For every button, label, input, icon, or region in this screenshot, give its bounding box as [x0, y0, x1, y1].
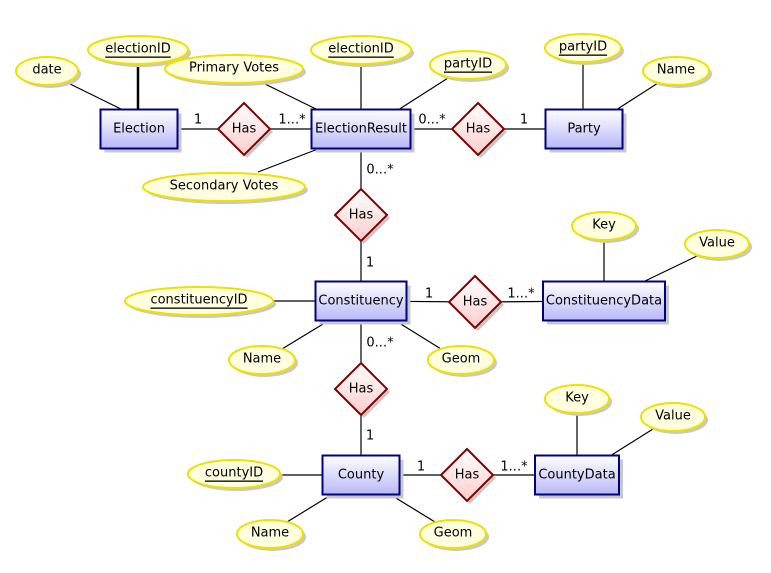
relationship-label: Has — [349, 208, 374, 223]
relationship-has[interactable]: Has — [447, 274, 504, 331]
entity-county[interactable]: County — [321, 454, 404, 499]
cardinality-label: 0...* — [366, 336, 394, 351]
attribute-label: partyID — [559, 40, 607, 55]
attribute-label: Name — [657, 63, 695, 78]
entity-countydata[interactable]: CountyData — [534, 454, 623, 499]
relationship-has[interactable]: Has — [333, 187, 390, 244]
attribute-label: partyID — [444, 57, 492, 72]
cardinality-label: 1 — [425, 287, 433, 302]
entity-election[interactable]: Election — [99, 108, 182, 153]
attribute-line — [609, 428, 654, 457]
relationship-has[interactable]: Has — [333, 361, 390, 418]
attribute-label: Name — [243, 352, 281, 367]
cardinality-label: 1 — [417, 460, 425, 475]
attribute-label: Secondary Votes — [170, 179, 279, 194]
entity-label: Election — [113, 122, 165, 137]
relationship-label: Has — [466, 122, 491, 137]
attribute-line — [615, 82, 659, 111]
attribute-electionid[interactable]: electionID — [310, 35, 414, 67]
attribute-geom[interactable]: Geom — [427, 345, 497, 377]
er-diagram: 1 1...* 0...* 1 0...* 1 1 1...* 0...* 1 1 1...* date… — [15, 33, 752, 551]
attribute-countyid[interactable]: countyID — [187, 459, 283, 491]
entity-party[interactable]: Party — [544, 108, 627, 153]
attribute-label: Key — [565, 391, 589, 406]
attribute-label: Value — [699, 236, 735, 251]
attribute-label: countyID — [205, 466, 263, 481]
attribute-label: Geom — [442, 352, 481, 367]
attribute-constituencyid[interactable]: constituencyID — [124, 286, 276, 318]
attribute-secondary-votes[interactable]: Secondary Votes — [142, 172, 308, 204]
entity-constituencydata[interactable]: ConstituencyData — [542, 280, 669, 325]
relationship-has[interactable]: Has — [216, 101, 273, 158]
entity-label: ElectionResult — [315, 122, 407, 137]
attribute-key[interactable]: Key — [544, 384, 612, 416]
attribute-label: electionID — [105, 42, 171, 57]
attribute-partyid[interactable]: partyID — [544, 33, 624, 65]
relationship-label: Has — [349, 382, 374, 397]
attribute-line — [281, 320, 329, 350]
cardinality-label: 1 — [520, 113, 528, 128]
cardinality-label: 1...* — [278, 113, 306, 128]
attribute-line — [264, 83, 319, 111]
attribute-label: constituencyID — [150, 293, 247, 308]
entity-constituency[interactable]: Constituency — [314, 280, 411, 325]
attribute-label: electionID — [328, 42, 394, 57]
attribute-line — [642, 255, 698, 283]
cardinality-label: 1 — [366, 256, 374, 271]
attribute-primary-votes[interactable]: Primary Votes — [164, 54, 306, 86]
attribute-line — [395, 320, 442, 350]
cardinality-label: 1 — [194, 113, 202, 128]
entity-label: Party — [567, 122, 601, 137]
attribute-name[interactable]: Name — [642, 56, 712, 88]
attribute-name[interactable]: Name — [228, 345, 298, 377]
entity-label: ConstituencyData — [546, 294, 662, 309]
attribute-geom[interactable]: Geom — [419, 519, 489, 551]
attribute-name[interactable]: Name — [236, 519, 306, 551]
attribute-line — [390, 494, 436, 523]
attribute-label: Name — [251, 526, 289, 541]
attribute-line — [65, 81, 124, 111]
attribute-line — [286, 494, 332, 523]
relationship-has[interactable]: Has — [450, 101, 507, 158]
attribute-label: Key — [592, 218, 616, 233]
attribute-label: Geom — [434, 526, 473, 541]
entity-label: County — [338, 468, 385, 483]
attribute-date[interactable]: date — [15, 56, 81, 88]
relationship-has[interactable]: Has — [439, 447, 496, 504]
entity-label: CountyData — [538, 468, 615, 483]
attribute-line — [257, 148, 319, 173]
entity-electionresult[interactable]: ElectionResult — [310, 108, 415, 153]
attribute-line — [397, 77, 449, 111]
attribute-value[interactable]: Value — [640, 402, 708, 434]
cardinality-label: 1...* — [507, 287, 535, 302]
cardinality-label: 0...* — [418, 113, 446, 128]
cardinality-label: 1 — [366, 429, 374, 444]
relationship-label: Has — [463, 295, 488, 310]
attribute-label: Value — [655, 409, 691, 424]
attribute-label: date — [32, 63, 61, 78]
cardinality-label: 0...* — [366, 163, 394, 178]
relationship-label: Has — [232, 122, 257, 137]
attribute-key[interactable]: Key — [571, 211, 639, 243]
relationship-label: Has — [455, 468, 480, 483]
attribute-partyid[interactable]: partyID — [429, 50, 509, 82]
cardinality-label: 1...* — [500, 460, 528, 475]
entity-label: Constituency — [318, 294, 403, 309]
attribute-label: Primary Votes — [189, 61, 279, 76]
